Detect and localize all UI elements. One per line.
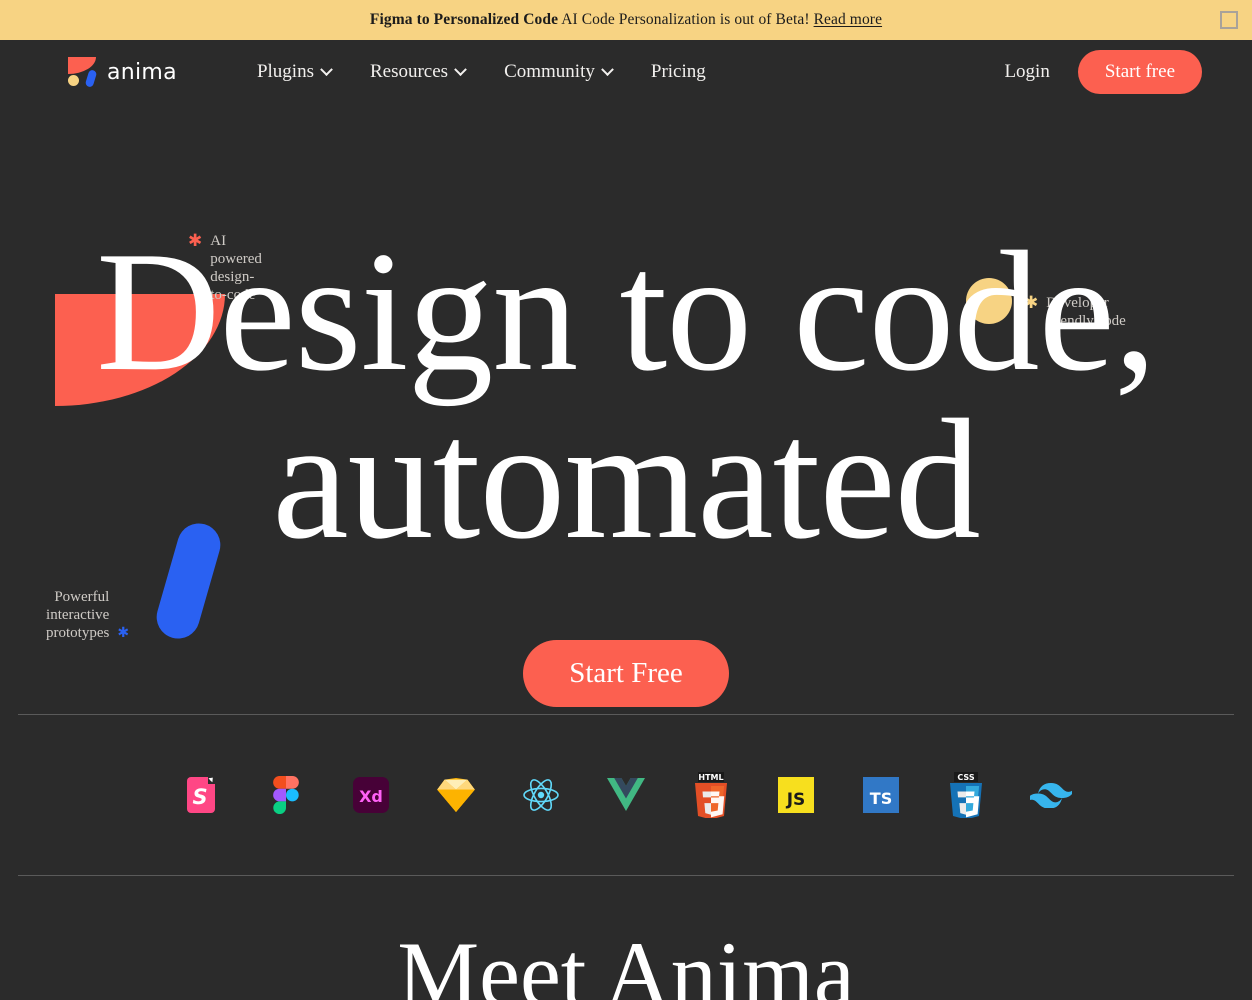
- meet-anima-title: Meet Anima: [397, 923, 855, 1000]
- hero-section: ✱ AI powered design- to-code ✱ Developer…: [0, 104, 1252, 714]
- svg-text:CSS: CSS: [957, 773, 974, 782]
- meet-anima-section: Meet Anima: [0, 876, 1252, 1000]
- chevron-down-icon: [601, 62, 614, 76]
- nav-links: Plugins Resources Community Pricing: [257, 61, 706, 83]
- nav-item-label: Pricing: [650, 61, 706, 82]
- adobe-xd-icon[interactable]: Xd: [349, 772, 393, 818]
- css3-icon[interactable]: CSS: [944, 772, 988, 818]
- chevron-down-icon: [320, 62, 333, 76]
- vue-icon[interactable]: [604, 772, 648, 818]
- sketch-icon[interactable]: [434, 772, 478, 818]
- banner-message: Figma to Personalized Code AI Code Perso…: [370, 11, 882, 29]
- nav-item-label: Community: [504, 61, 595, 82]
- nav-item-label: Plugins: [256, 61, 314, 82]
- nav-item-label: Resources: [369, 61, 449, 82]
- svg-text:JS: JS: [786, 790, 806, 810]
- brand-name: anima: [107, 59, 177, 85]
- anima-logo-icon: [64, 57, 98, 88]
- svg-text:TS: TS: [870, 789, 892, 808]
- technology-logo-strip: S Xd HTML JS TS CSS: [0, 715, 1252, 875]
- hero-title-line-1: Design to code,: [96, 217, 1157, 407]
- hero-title: Design to code, automated: [0, 104, 1252, 575]
- html5-icon[interactable]: HTML: [689, 772, 733, 818]
- svg-text:HTML: HTML: [698, 773, 723, 782]
- chevron-down-icon: [454, 62, 467, 76]
- announcement-banner: Figma to Personalized Code AI Code Perso…: [0, 0, 1252, 40]
- figma-icon[interactable]: [264, 772, 308, 818]
- nav-item-resources[interactable]: Resources: [369, 61, 467, 83]
- login-link[interactable]: Login: [1004, 61, 1049, 83]
- svg-text:Xd: Xd: [359, 787, 383, 806]
- nav-item-pricing[interactable]: Pricing: [651, 61, 706, 83]
- banner-subtext: AI Code Personalization is out of Beta!: [561, 11, 810, 28]
- tailwind-icon[interactable]: [1029, 772, 1073, 818]
- javascript-icon[interactable]: JS: [774, 772, 818, 818]
- nav-item-plugins[interactable]: Plugins: [256, 61, 333, 83]
- hero-title-line-2: automated: [272, 385, 980, 575]
- nav-actions: Login Start free: [1004, 50, 1202, 94]
- storybook-icon[interactable]: S: [179, 772, 223, 818]
- svg-text:S: S: [192, 785, 207, 809]
- banner-read-more-link[interactable]: Read more: [814, 11, 882, 28]
- banner-headline: Figma to Personalized Code: [369, 11, 559, 28]
- main-navbar: anima Plugins Resources Community Pricin…: [0, 40, 1252, 104]
- typescript-icon[interactable]: TS: [859, 772, 903, 818]
- react-icon[interactable]: [519, 772, 563, 818]
- brand-logo[interactable]: anima: [64, 57, 177, 88]
- annotation-label: Powerful interactive prototypes: [46, 589, 110, 641]
- hero-start-free-button[interactable]: Start Free: [523, 640, 729, 707]
- annotation-powerful-prototypes: Powerful interactive prototypes ✱: [46, 588, 129, 642]
- hero-cta-container: Start Free: [0, 640, 1252, 707]
- close-icon[interactable]: [1220, 11, 1238, 29]
- nav-item-community[interactable]: Community: [504, 61, 614, 83]
- start-free-button[interactable]: Start free: [1077, 50, 1202, 94]
